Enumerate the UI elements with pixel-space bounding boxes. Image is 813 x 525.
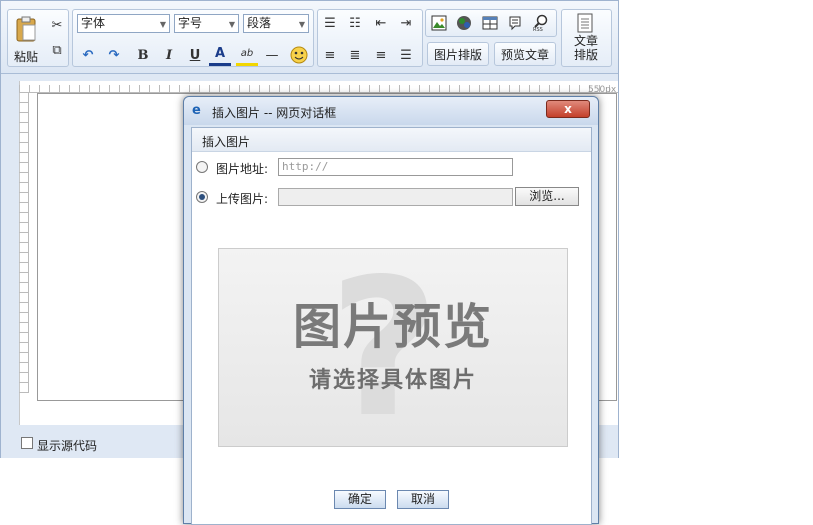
horizontal-ruler [19,85,618,93]
article-layout-label: 文章排版 [573,34,598,62]
flash-icon[interactable] [453,12,475,34]
indent-icon[interactable]: ⇥ [395,12,417,34]
size-select[interactable]: 字号 ▼ [174,14,239,33]
close-button[interactable]: x [546,100,590,118]
size-select-value: 字号 [178,16,203,30]
width-label: 550px [588,85,617,95]
redo-icon[interactable]: ↷ [103,44,125,66]
chevron-down-icon: ▼ [228,20,235,29]
font-color-button[interactable]: A [209,44,231,66]
image-preview: ? 图片预览 请选择具体图片 [218,248,568,447]
ok-button[interactable]: 确定 [334,490,386,509]
file-input[interactable] [278,188,513,206]
align-right-icon[interactable]: ≡ [370,44,392,66]
insert-image-dialog: e 插入图片 -- 网页对话框 x 插入图片 图片地址: http:// 上传图… [183,96,599,525]
font-select-value: 字体 [81,16,106,30]
chevron-down-icon: ▼ [298,20,305,29]
image-icon[interactable] [428,12,450,34]
underline-button[interactable]: U [184,44,206,66]
show-source-label: 显示源代码 [37,439,98,453]
bold-button[interactable]: B [132,44,154,66]
dialog-section-header: 插入图片 [192,128,591,152]
preview-button[interactable]: 预览文章 [494,42,556,66]
svg-text:RSS: RSS [533,27,543,32]
url-radio[interactable] [196,161,208,173]
document-icon [576,13,594,33]
toolbar: 粘贴 ✂ ⧉ 字体 ▼ 字号 ▼ 段落 ▼ ↶ ↷ B I U A ab — ☰ ☷ … [1,1,618,74]
undo-icon[interactable]: ↶ [77,44,99,66]
paste-button[interactable]: 粘贴 [14,48,38,65]
ordered-list-icon[interactable]: ☰ [319,12,341,34]
search-icon[interactable]: RSS [530,12,552,34]
outdent-icon[interactable]: ⇤ [370,12,392,34]
url-input[interactable]: http:// [278,158,513,176]
align-left-icon[interactable]: ≡ [319,44,341,66]
highlight-button[interactable]: ab [236,44,258,66]
show-source-checkbox[interactable] [21,437,33,449]
upload-radio[interactable] [196,191,208,203]
special-char-icon[interactable] [504,12,526,34]
justify-icon[interactable]: ☰ [395,44,417,66]
chevron-down-icon: ▼ [159,20,166,29]
preview-title: 图片预览 [292,299,493,355]
vertical-ruler [19,93,29,393]
upload-label: 上传图片: [216,192,269,206]
browse-button[interactable]: 浏览... [515,187,579,206]
align-center-icon[interactable]: ≣ [344,44,366,66]
dialog-titlebar[interactable]: e 插入图片 -- 网页对话框 x [184,97,598,125]
dialog-title: 插入图片 -- 网页对话框 [212,106,337,120]
hr-button[interactable]: — [261,44,283,66]
font-select[interactable]: 字体 ▼ [77,14,170,33]
unordered-list-icon[interactable]: ☷ [344,12,366,34]
paragraph-select-value: 段落 [247,16,272,30]
italic-button[interactable]: I [158,44,180,66]
preview-subtitle: 请选择具体图片 [308,368,477,393]
cut-icon[interactable]: ✂ [46,14,68,36]
copy-icon[interactable]: ⧉ [46,39,68,61]
ie-icon: e [192,103,201,118]
paragraph-select[interactable]: 段落 ▼ [243,14,309,33]
image-layout-button[interactable]: 图片排版 [427,42,489,66]
section-title: 插入图片 [202,135,251,149]
table-icon[interactable] [479,12,501,34]
emoji-icon[interactable] [288,44,310,66]
dialog-content: 插入图片 图片地址: http:// 上传图片: 浏览... ? 图片预览 请选… [191,127,592,525]
url-label: 图片地址: [216,162,269,176]
cancel-button[interactable]: 取消 [397,490,449,509]
paste-icon[interactable] [13,15,39,43]
